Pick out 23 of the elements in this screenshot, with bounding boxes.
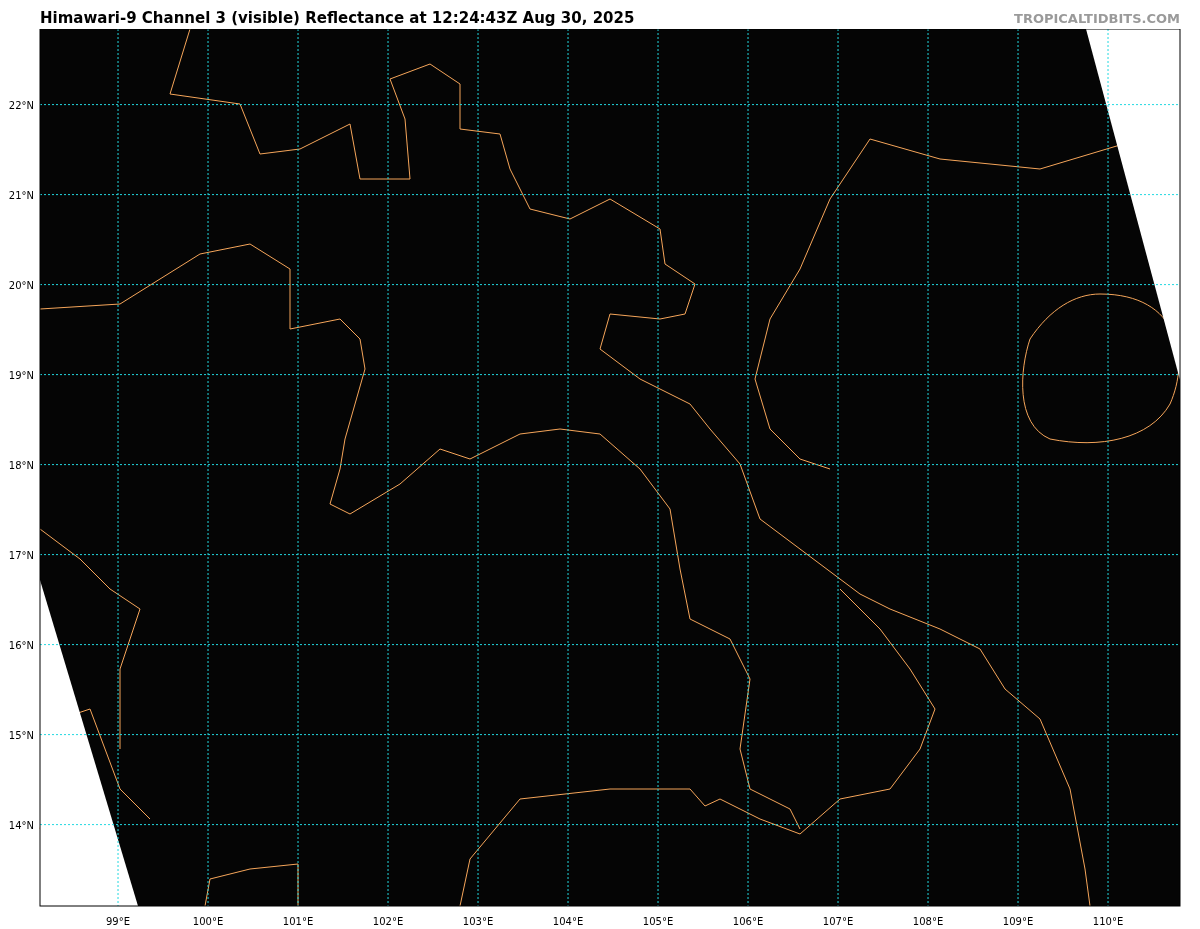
latitude-label: 17°N [8, 549, 34, 561]
longitude-label: 104°E [552, 916, 584, 927]
longitude-label: 109°E [1002, 916, 1034, 927]
latitude-label: 15°N [8, 729, 34, 741]
latitude-label: 19°N [8, 369, 34, 381]
latitude-label: 14°N [8, 819, 34, 831]
longitude-label: 106°E [732, 916, 764, 927]
longitude-label: 108°E [912, 916, 944, 927]
latitude-label: 22°N [8, 99, 34, 111]
latitude-label: 16°N [8, 639, 34, 651]
longitude-label: 110°E [1092, 916, 1124, 927]
chart-title: Himawari-9 Channel 3 (visible) Reflectance at 12:24:43Z Aug 30, 2025 [40, 9, 635, 29]
latitude-label: 18°N [8, 459, 34, 471]
longitude-label: 99°E [106, 916, 131, 927]
longitude-label: 102°E [372, 916, 404, 927]
longitude-label: 107°E [822, 916, 854, 927]
longitude-label: 100°E [192, 916, 224, 927]
site-credit: TROPICALTIDBITS.COM [1014, 11, 1180, 28]
longitude-label: 105°E [642, 916, 674, 927]
latitude-label: 21°N [8, 189, 34, 201]
longitude-label: 101°E [282, 916, 314, 927]
latitude-label: 20°N [8, 279, 34, 291]
longitude-label: 103°E [462, 916, 494, 927]
